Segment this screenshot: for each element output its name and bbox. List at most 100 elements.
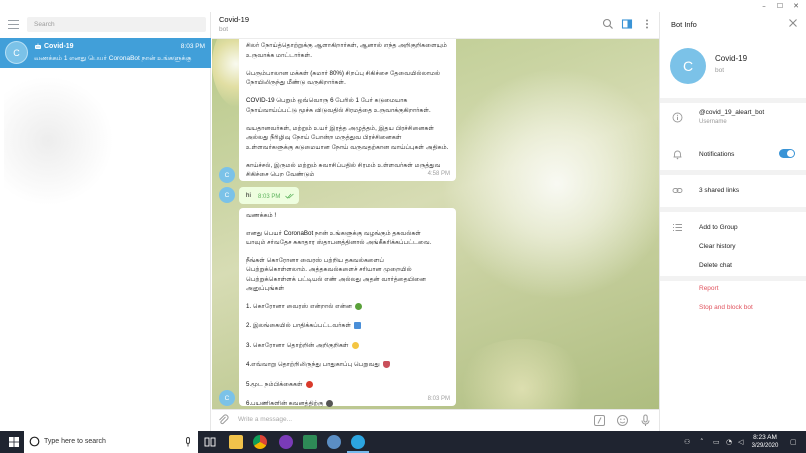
- notifications-toggle[interactable]: [779, 149, 795, 158]
- chrome-icon[interactable]: [253, 435, 267, 449]
- divider: [660, 276, 806, 281]
- message-paragraph: காய்ச்சல், இருமல் மற்றும் சுவாசிப்பதில் …: [246, 161, 441, 179]
- menu-option-text: 3. கொரோனா தொற்றின் அறிகுறிகள்: [246, 341, 349, 349]
- message-paragraph: சிலர் நோய்த்தொற்றுக்கு ஆளாகிறார்கள், ஆனா…: [246, 42, 447, 59]
- report-button[interactable]: Report: [699, 285, 719, 292]
- chat-list-panel: Search C Covid-19 8:03 PM வணக்கம் 1 எனது…: [0, 12, 211, 431]
- conversation-panel: Covid-19 bot சிலர் நோய்த்தொற்றுக்கு ஆளாக…: [212, 12, 659, 431]
- double-check-icon: [285, 193, 294, 199]
- emoji-icon[interactable]: [616, 414, 629, 427]
- menu-option-text: 5.மூட நம்பிக்கைகள்: [246, 380, 303, 388]
- clear-history-button[interactable]: Clear history: [699, 243, 735, 250]
- incoming-message-bubble[interactable]: வணக்கம் ! எனது பெயர் CoronaBot நான் உங்க…: [239, 208, 456, 409]
- chat-list-item-covid19[interactable]: C Covid-19 8:03 PM வணக்கம் 1 எனது பெயர் …: [0, 38, 211, 68]
- bot-command-icon[interactable]: [593, 414, 606, 427]
- volume-icon[interactable]: ◁: [738, 438, 743, 446]
- numbers-emoji-icon: [354, 322, 362, 330]
- list-icon: [673, 224, 682, 231]
- message-paragraph: வயதானவர்கள், மற்றும் உயர் இரத்த அழுத்தம்…: [246, 124, 449, 151]
- avatar[interactable]: C: [219, 187, 235, 203]
- message-composer: Write a message...: [212, 409, 659, 431]
- telegram-icon[interactable]: [351, 435, 365, 449]
- menu-option: 6.பயணிகளின் கவனத்திற்கு: [246, 399, 449, 409]
- clock-date[interactable]: 3/29/2020: [745, 443, 785, 449]
- message-line: அனுப்புங்கள்: [246, 285, 285, 292]
- chat-preview: வணக்கம் 1 எனது பெயர் CoronaBot நான் உங்க…: [34, 55, 192, 62]
- menu-option-text: 4.எவ்வாறு தொற்றிலிருந்து பாதுகாப்பு பெறு…: [246, 361, 380, 368]
- incoming-message-bubble[interactable]: சிலர் நோய்த்தொற்றுக்கு ஆளாகிறார்கள், ஆனா…: [239, 39, 456, 181]
- avatar[interactable]: C: [219, 390, 235, 406]
- close-icon[interactable]: [788, 18, 798, 28]
- clock-time[interactable]: 8:23 AM: [750, 434, 780, 441]
- chat-subtitle: bot: [219, 26, 229, 33]
- taskbar-search-box[interactable]: Type here to search: [24, 431, 198, 453]
- notifications-icon[interactable]: ▢: [790, 438, 797, 446]
- shared-links-item[interactable]: 3 shared links: [699, 187, 739, 194]
- info-icon: [672, 112, 683, 123]
- menu-option: 1. கொரோனா வைரஸ் என்றால் என்ன: [246, 302, 449, 312]
- message-text: hi: [246, 192, 251, 199]
- hamburger-menu-icon[interactable]: [8, 20, 19, 29]
- message-time: 8:03 PM: [427, 395, 450, 402]
- chevron-up-icon[interactable]: ˄: [700, 438, 704, 446]
- menu-option-text: 1. கொரோனா வைரஸ் என்றால் என்ன: [246, 302, 352, 310]
- add-to-group-button[interactable]: Add to Group: [699, 224, 738, 231]
- message-line: பெற்றுக்கொள்ளக் பட்டியல் எண் அல்லது அதன்…: [246, 275, 427, 283]
- close-window-button[interactable]: ✕: [788, 0, 804, 12]
- avatar: C: [5, 41, 28, 64]
- message-line: எனது பெயர் CoronaBot நான் உங்களுக்கு வழங…: [246, 229, 421, 237]
- bot-icon: [35, 43, 41, 49]
- task-view-icon[interactable]: [203, 435, 217, 449]
- app-icon-green[interactable]: [303, 435, 317, 449]
- outgoing-message-bubble[interactable]: hi 8:03 PM: [239, 187, 299, 204]
- message-input[interactable]: Write a message...: [238, 416, 292, 423]
- username-label: Username: [699, 119, 727, 125]
- cortana-circle-icon: [29, 436, 40, 447]
- chat-name: Covid-19: [44, 43, 74, 50]
- avatar[interactable]: C: [670, 48, 706, 84]
- more-options-icon[interactable]: [641, 18, 653, 30]
- lightbulb-emoji-icon: [351, 341, 359, 349]
- stop-and-block-bot-button[interactable]: Stop and block bot: [699, 304, 753, 311]
- app-icon-blue[interactable]: [327, 435, 341, 449]
- minimize-button[interactable]: –: [756, 0, 772, 12]
- link-icon: [672, 188, 683, 193]
- search-icon[interactable]: [602, 18, 614, 30]
- file-explorer-icon[interactable]: [229, 435, 243, 449]
- divider: [660, 170, 806, 175]
- app-icon-purple[interactable]: [279, 435, 293, 449]
- panel-title: Bot Info: [671, 20, 697, 29]
- username-value[interactable]: @covid_19_aleart_bot: [699, 109, 764, 116]
- chat-background: சிலர் நோய்த்தொற்றுக்கு ஆளாகிறார்கள், ஆனா…: [212, 39, 659, 409]
- notifications-label: Notifications: [699, 151, 735, 158]
- windows-taskbar: Type here to search ⚇ ˄ ▭ ◔ ◁ 8:23 AM 3/…: [0, 431, 806, 453]
- divider: [660, 207, 806, 212]
- menu-option-text: 6.பயணிகளின் கவனத்திற்கு: [246, 400, 324, 407]
- sidebar-toggle-icon[interactable]: [621, 18, 633, 30]
- message-line: பெற்றுக்கொள்ளலாம். அத்தகவல்களைச் சரியான …: [246, 266, 412, 273]
- battery-icon[interactable]: ▭: [713, 438, 720, 446]
- person-emoji-icon: [326, 400, 334, 408]
- blurred-chat-list-area: [4, 76, 114, 206]
- windows-start-icon[interactable]: [9, 437, 19, 447]
- bell-icon: [673, 150, 682, 160]
- menu-option: 2. இலங்கையில் பாதிக்கப்பட்டவர்கள்: [246, 321, 449, 331]
- taskbar-search-placeholder: Type here to search: [44, 438, 106, 445]
- chat-title[interactable]: Covid-19: [219, 15, 249, 24]
- microphone-icon[interactable]: [639, 414, 652, 427]
- divider: [660, 98, 806, 103]
- bot-name: Covid-19: [715, 54, 748, 63]
- message-line: நீங்கள் கொரோனா வைரஸ் பற்றிய தகவல்களைப்: [246, 256, 384, 264]
- search-input[interactable]: Search: [27, 17, 206, 32]
- bot-info-panel: Bot Info C Covid-19 bot @covid_19_aleart…: [659, 12, 806, 431]
- avatar[interactable]: C: [219, 167, 235, 183]
- wallpaper-daisy-flower-bottom: [452, 339, 592, 409]
- network-icon[interactable]: ◔: [726, 438, 732, 446]
- message-paragraph: COVID-19 பெறும் ஒவ்வொரு 6 பேரில் 1 பேர் …: [246, 97, 431, 114]
- people-icon[interactable]: ⚇: [684, 438, 690, 446]
- paperclip-icon[interactable]: [217, 414, 230, 427]
- menu-option: 5.மூட நம்பிக்கைகள்: [246, 380, 449, 390]
- microphone-icon[interactable]: [184, 437, 192, 447]
- delete-chat-button[interactable]: Delete chat: [699, 262, 732, 269]
- maximize-button[interactable]: ☐: [772, 0, 788, 12]
